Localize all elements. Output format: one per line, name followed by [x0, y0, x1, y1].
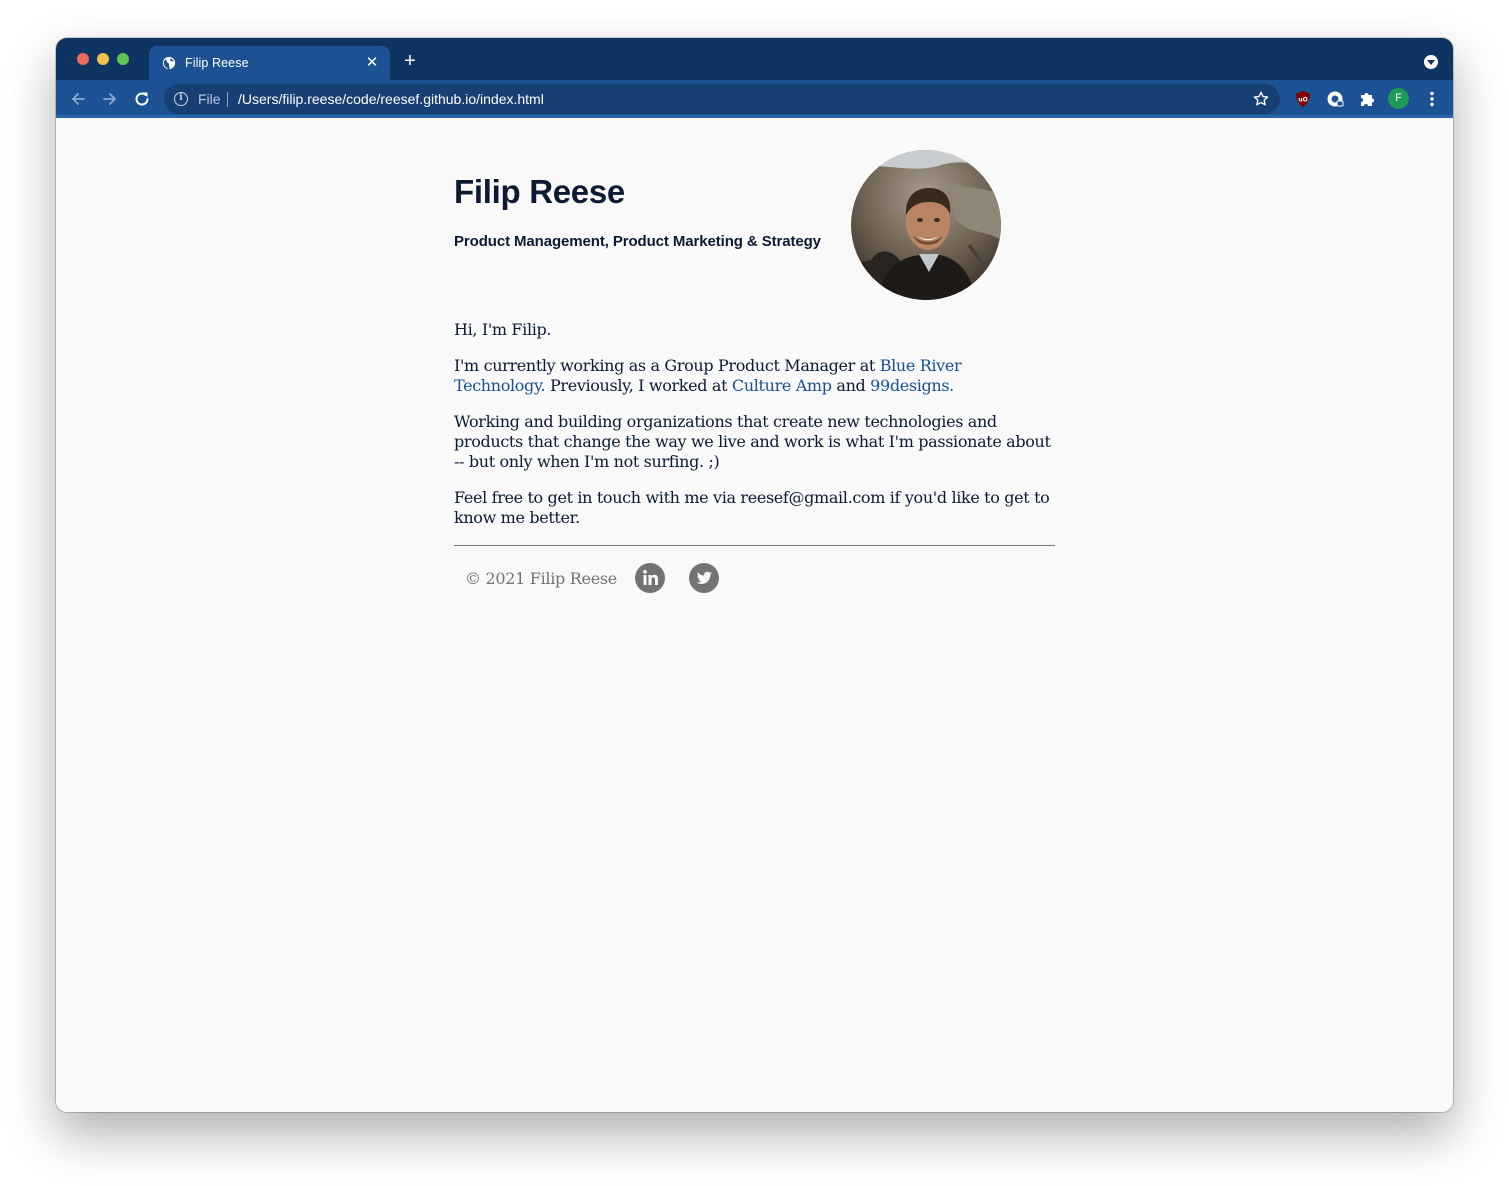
site-info-icon[interactable]: i [174, 92, 188, 106]
new-tab-button[interactable]: + [401, 51, 419, 71]
work-text-prefix: I'm currently working as a Group Product… [454, 356, 880, 375]
page-title: Filip Reese [454, 173, 625, 210]
tab-title: Filip Reese [185, 56, 249, 70]
browser-tab-active[interactable]: Filip Reese ✕ [149, 46, 390, 80]
back-arrow-icon[interactable] [68, 89, 88, 109]
window-maximize-button[interactable] [117, 53, 129, 65]
address-bar[interactable]: i File /Users/filip.reese/code/reesef.gi… [164, 84, 1280, 114]
url-scheme-label: File [198, 91, 221, 107]
forward-arrow-icon[interactable] [100, 89, 120, 109]
tab-close-icon[interactable]: ✕ [364, 55, 380, 71]
tab-strip: Filip Reese ✕ + [56, 38, 1453, 80]
work-paragraph: I'm currently working as a Group Product… [454, 356, 1056, 396]
footer-divider [454, 545, 1055, 546]
linkedin-link[interactable] [635, 563, 665, 593]
window-close-button[interactable] [77, 53, 89, 65]
page-subtitle: Product Management, Product Marketing & … [454, 233, 821, 250]
globe-icon [162, 56, 176, 70]
work-text-middle: Previously, I worked at [545, 376, 732, 395]
footer-copyright: © 2021 Filip Reese [465, 569, 617, 588]
url-text[interactable]: /Users/filip.reese/code/reesef.github.io… [238, 91, 544, 107]
intro-paragraph: Hi, I'm Filip. [454, 320, 552, 339]
svg-text:uO: uO [1298, 97, 1307, 104]
browser-toolbar: i File /Users/filip.reese/code/reesef.gi… [56, 80, 1453, 118]
twitter-icon [696, 571, 712, 584]
password-manager-extension-icon[interactable] [1325, 89, 1345, 109]
page-body: Hi, I'm Filip. I'm currently working as … [454, 320, 1056, 544]
contact-paragraph: Feel free to get in touch with me via re… [454, 488, 1050, 527]
browser-menu-icon[interactable] [1422, 89, 1442, 109]
work-text-and: and [831, 376, 871, 395]
twitter-link[interactable] [689, 563, 719, 593]
ublock-extension-icon[interactable]: uO [1293, 89, 1313, 109]
profile-photo [851, 150, 1001, 300]
profile-photo-image [851, 150, 1001, 300]
linkedin-icon [643, 569, 658, 585]
url-separator [227, 92, 228, 107]
profile-avatar[interactable]: F [1388, 88, 1409, 109]
passion-paragraph: Working and building organizations that … [454, 412, 1051, 471]
culture-amp-link[interactable]: Culture Amp [732, 376, 832, 395]
extensions-puzzle-icon[interactable] [1357, 89, 1377, 109]
99designs-link[interactable]: 99designs. [870, 376, 954, 395]
reload-icon[interactable] [132, 89, 152, 109]
bookmark-star-icon[interactable] [1252, 90, 1270, 108]
page-viewport: Filip Reese Product Management, Product … [56, 121, 1453, 1112]
window-minimize-button[interactable] [97, 53, 109, 65]
tab-search-chevron-icon[interactable] [1424, 55, 1438, 69]
browser-window: Filip Reese ✕ + i File /Users/filip.rees… [56, 38, 1453, 1112]
